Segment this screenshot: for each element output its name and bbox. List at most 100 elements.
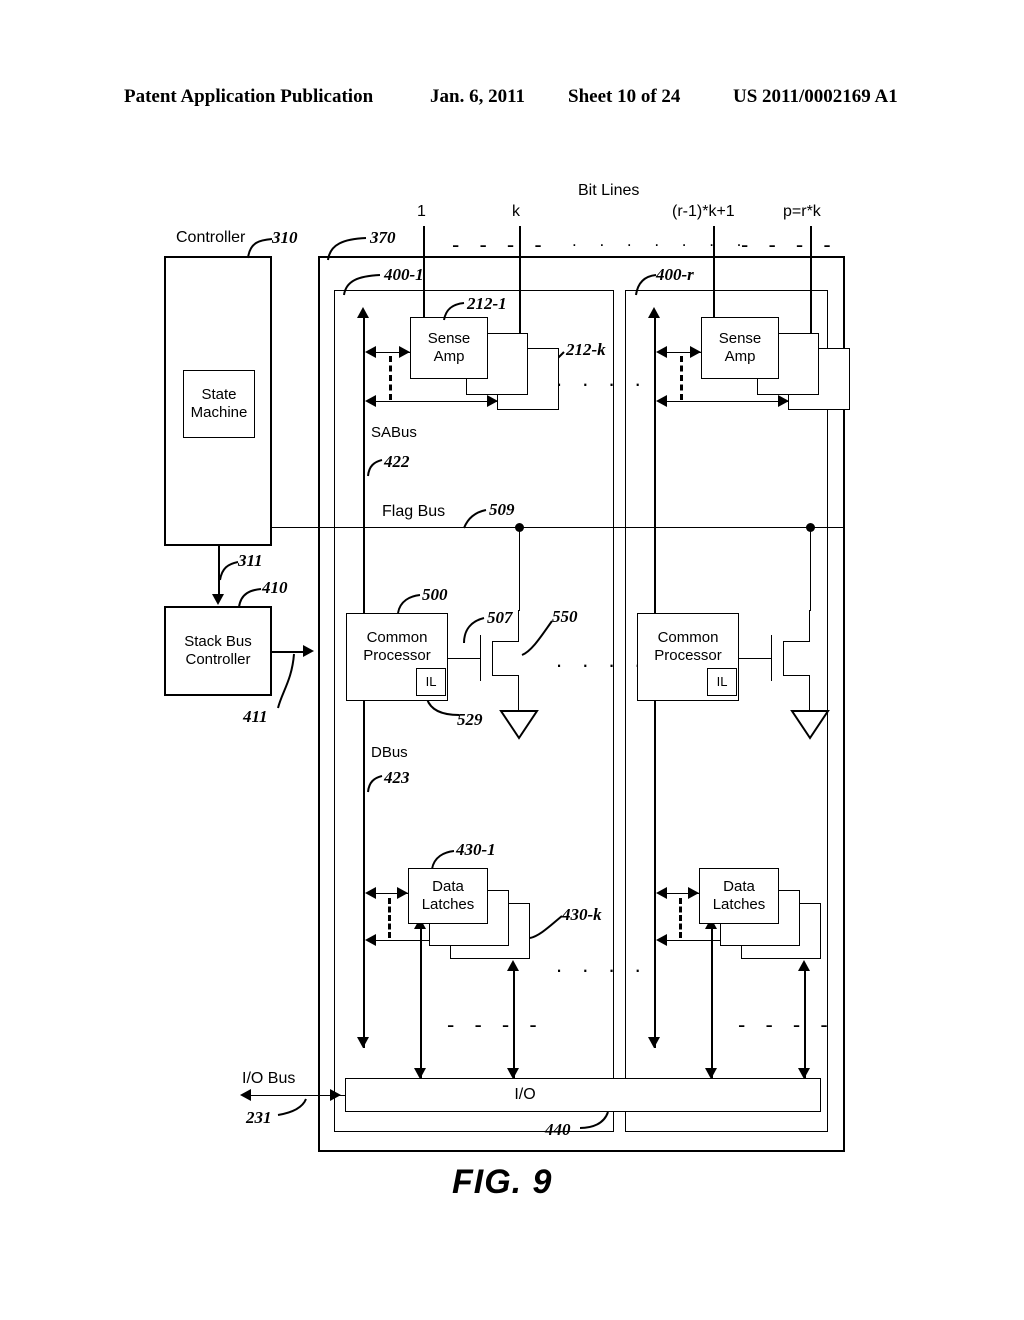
io-link-b-up-arrow-stackr — [798, 960, 810, 971]
sense-amp-box-1-stack1: Sense Amp — [410, 317, 488, 379]
bit-line-rk1-stub — [713, 226, 715, 256]
il-label-stack1: IL — [425, 674, 437, 689]
sabus-bottom-arrowhead-stackr — [648, 1037, 660, 1048]
common-processor-label-stackr: Common Processor — [654, 628, 722, 664]
transistor-drain-lead-stack1 — [492, 641, 518, 642]
transistor-source-down-stack1 — [518, 675, 519, 711]
sa-conn-top-right-arrow-stackr — [690, 346, 701, 358]
dl-conn-top-right-arrow-stack1 — [397, 887, 408, 899]
ground-symbol-stack1 — [499, 710, 539, 740]
publication-date: Jan. 6, 2011 — [430, 86, 526, 107]
io-bus-label: I/O Bus — [242, 1070, 296, 1087]
sa-conn-top-left-arrow-stack1 — [365, 346, 376, 358]
bit-line-dash-left: - - - - — [452, 232, 549, 257]
sa-conn-bot-stackr — [661, 401, 791, 402]
dl-conn-top-left-arrow-stackr — [656, 887, 667, 899]
ref-422-leader — [367, 459, 383, 477]
sa-conn-dashed-stack1 — [389, 356, 392, 400]
bit-line-dots-center: . . . . . . . — [572, 231, 751, 250]
bit-line-dash-right: - - - - — [741, 232, 838, 257]
state-machine-label: State Machine — [190, 386, 248, 421]
page-header: Patent Application Publication Jan. 6, 2… — [0, 86, 1024, 112]
io-block-box: I/O — [345, 1078, 821, 1112]
ref-400-1: 400-1 — [384, 265, 424, 284]
transistor-source-lead-stack1 — [492, 675, 518, 676]
dl-conn-top-left-arrow-stack1 — [365, 887, 376, 899]
io-link-a-stackr — [711, 929, 713, 1079]
publication-title: Patent Application Publication — [124, 86, 374, 107]
io-link-b-up-arrow-stack1 — [507, 960, 519, 971]
transistor-channel-stack1 — [492, 641, 493, 675]
flagbus-drop-stack1 — [519, 527, 520, 611]
bit-line-1-stub — [423, 226, 425, 256]
data-latches-box-1-stackr: Data Latches — [699, 868, 779, 924]
stack-bus-controller-label: Stack Bus Controller — [184, 633, 252, 668]
stackr-bottom-dash: - - - - — [738, 1012, 835, 1037]
sa-conn-bot-stack1 — [370, 401, 500, 402]
sabus-top-arrowhead-stackr — [648, 307, 660, 318]
sabus-label-stack1: SABus — [371, 424, 417, 441]
dl-conn-dashed-stackr — [679, 898, 682, 938]
sa-conn-top-right-arrow-stack1 — [399, 346, 410, 358]
il-box-stack1: IL — [416, 668, 446, 696]
sense-amp-box-1-stackr: Sense Amp — [701, 317, 779, 379]
bit-line-label-p: p=r*k — [783, 203, 821, 220]
il-label-stackr: IL — [716, 674, 728, 689]
common-processor-label-stack1: Common Processor — [363, 628, 431, 664]
cp-to-gate-line-stackr — [739, 658, 771, 659]
ref-423-leader — [367, 775, 383, 793]
bit-line-label-k: k — [512, 203, 520, 220]
stack1-bottom-dash: - - - - — [447, 1012, 544, 1037]
transistor-drain-lead-stackr — [783, 641, 809, 642]
data-latches-box-1-stack1: Data Latches — [408, 868, 488, 924]
state-machine-box: State Machine — [183, 370, 255, 438]
ref-550-leader — [521, 620, 553, 656]
bit-line-label-1: 1 — [417, 203, 426, 220]
data-latches-label-stackr: Data Latches — [712, 878, 766, 913]
dl-conn-bot-left-arrow-stack1 — [365, 934, 376, 946]
transistor-drain-up-stackr — [809, 610, 810, 642]
sheet-number: Sheet 10 of 24 — [568, 86, 681, 107]
data-latches-label-stack1: Data Latches — [421, 878, 475, 913]
dbus-label-stack1: DBus — [371, 744, 408, 761]
sabus-top-arrowhead-stack1 — [357, 307, 369, 318]
bit-lines-title: Bit Lines — [578, 182, 640, 199]
sense-amp-label-stack1: Sense Amp — [427, 330, 471, 365]
patent-number: US 2011/0002169 A1 — [733, 86, 898, 107]
controller-label: Controller — [176, 229, 246, 246]
ref-507-leader — [463, 617, 485, 644]
sense-amp-label-stackr: Sense Amp — [718, 330, 762, 365]
bit-line-p-stub — [810, 226, 812, 256]
ref-430-k: 430-k — [562, 905, 602, 924]
cp-to-gate-line-stack1 — [448, 658, 480, 659]
transistor-source-lead-stackr — [783, 675, 809, 676]
sabus-bottom-arrowhead-stack1 — [357, 1037, 369, 1048]
ref-212-1-leader — [443, 302, 465, 321]
ref-411-leader — [277, 653, 295, 709]
ref-212-1: 212-1 — [467, 294, 507, 313]
stack-bus-controller-box: Stack Bus Controller — [164, 606, 272, 696]
transistor-drain-up-stack1 — [518, 610, 519, 642]
sa-conn-dashed-stackr — [680, 356, 683, 400]
ref-500-leader — [397, 594, 421, 614]
ground-symbol-stackr — [790, 710, 830, 740]
ref-440-leader — [579, 1111, 609, 1129]
ref-440: 440 — [545, 1120, 571, 1139]
bit-line-label-rk1: (r-1)*k+1 — [672, 203, 735, 220]
io-block-label: I/O — [514, 1086, 536, 1103]
transistor-source-down-stackr — [809, 675, 810, 711]
ref-311-leader — [219, 561, 239, 581]
dl-conn-dashed-stack1 — [388, 898, 391, 938]
io-link-a-stack1 — [420, 929, 422, 1079]
io-bus-left-arrowhead — [240, 1089, 251, 1101]
sa-conn-bot-left-arrow-stackr — [656, 395, 667, 407]
controller-to-sbc-arrowhead — [212, 594, 224, 605]
ref-212-k: 212-k — [566, 340, 606, 359]
ref-411: 411 — [243, 707, 268, 726]
dl-conn-top-right-arrow-stackr — [688, 887, 699, 899]
flagbus-drop-stackr — [810, 527, 811, 611]
flag-bus-label: Flag Bus — [382, 503, 446, 520]
il-box-stackr: IL — [707, 668, 737, 696]
figure-caption: FIG. 9 — [452, 1163, 553, 1201]
ref-231: 231 — [246, 1108, 272, 1127]
